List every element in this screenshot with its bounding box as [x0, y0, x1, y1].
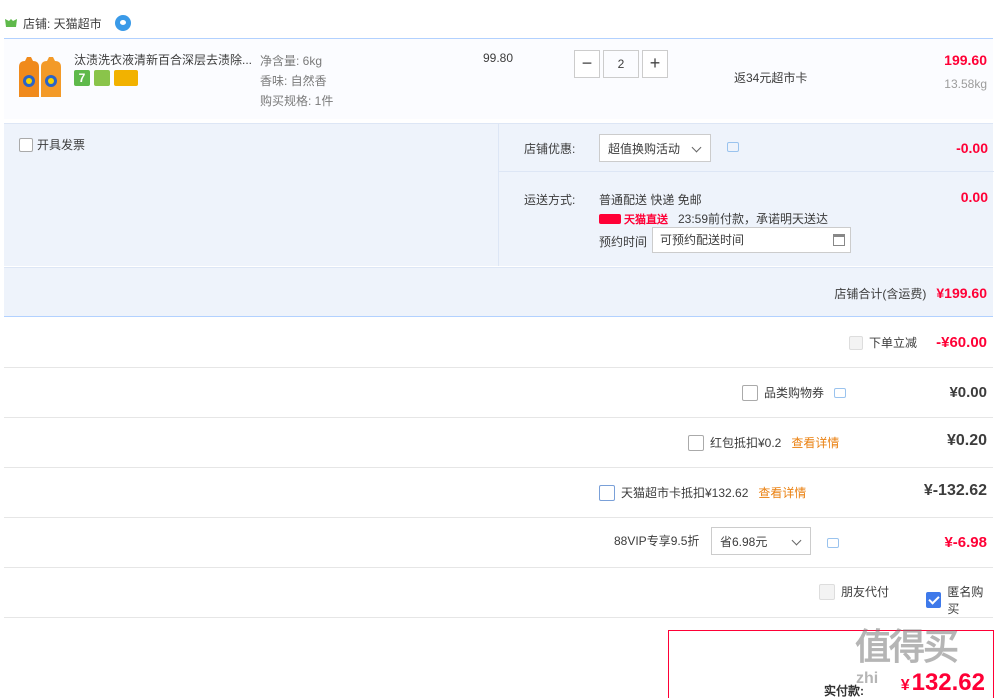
shop-header: 店铺: 天猫超市 [4, 12, 131, 34]
redpacket-amount: ¥0.20 [946, 432, 987, 449]
category-coupon-row: 品类购物券 ¥0.00 [4, 368, 993, 418]
vip-discount-select[interactable]: 省6.98元 [711, 527, 811, 555]
pay-options-row: 朋友代付 匿名购买 [4, 568, 993, 618]
message-icon[interactable] [834, 388, 846, 398]
watermark-url: zhi [856, 670, 879, 687]
message-icon[interactable] [727, 142, 739, 152]
message-icon[interactable] [827, 538, 839, 548]
vip-discount-row: 88VIP专享9.5折 省6.98元 ¥-6.98 [4, 518, 993, 568]
increase-quantity-button[interactable]: + [642, 50, 668, 78]
reserve-time-placeholder: 可预约配送时间 [660, 233, 745, 247]
shop-promo-label: 店铺优惠: [524, 142, 576, 156]
tmall-direct-label: 天猫直送 [624, 213, 668, 226]
item-subtotal-price: 199.60 [944, 52, 987, 68]
service-badges: 7 [74, 70, 138, 86]
friend-pay-checkbox[interactable] [819, 583, 835, 600]
category-coupon-amount: ¥0.00 [949, 384, 987, 401]
redpacket-label: 红包抵扣¥0.2 [710, 436, 782, 450]
instant-discount-amount: -¥60.00 [936, 334, 987, 351]
redpacket-row: 红包抵扣¥0.2 查看详情 ¥0.20 [4, 418, 993, 468]
tmall-logo-icon [599, 213, 621, 224]
vip-discount-selected: 省6.98元 [720, 534, 768, 549]
guarantee-icon[interactable] [94, 70, 110, 86]
cart-item-row: 汰渍洗衣液清新百合深层去渍除... 7 净含量: 6kg 香味: 自然香 购买规… [4, 38, 993, 119]
unit-price: 99.80 [483, 51, 514, 65]
invoice-checkbox[interactable]: 开具发票 [19, 136, 85, 153]
tmall-card-amount: ¥-132.62 [923, 482, 987, 499]
sku-spec: 购买规格: 1件 [260, 94, 334, 108]
chevron-down-icon [691, 142, 702, 153]
tmall-direct-badge: 天猫直送 [599, 211, 668, 227]
vip-discount-label: 88VIP专享9.5折 [614, 534, 700, 548]
instant-discount-checkbox[interactable] [849, 335, 863, 350]
pay-amount: ¥132.62 [901, 669, 985, 697]
tmall-card-details-link[interactable]: 查看详情 [758, 484, 806, 501]
quantity-input[interactable]: 2 [603, 50, 639, 78]
pay-yen: ¥ [900, 677, 910, 694]
order-options: 开具发票 店铺优惠: 超值换购活动 -0.00 运送方式: 普通配送 快递 免邮… [4, 123, 994, 267]
shipping-method: 普通配送 快递 免邮 [599, 193, 702, 207]
anonymous-label: 匿名购买 [947, 585, 984, 616]
decrease-quantity-button[interactable]: − [574, 50, 600, 78]
shipping-label: 运送方式: [524, 193, 576, 207]
category-coupon-checkbox[interactable] [742, 384, 758, 401]
invoice-checkbox-box[interactable] [19, 137, 33, 152]
pay-amount-value: 132.62 [911, 669, 985, 696]
seven-day-return-icon[interactable]: 7 [74, 70, 90, 86]
shop-options-panel: 店铺优惠: 超值换购活动 -0.00 运送方式: 普通配送 快递 免邮 天猫直送… [498, 124, 994, 267]
item-subtotal: 199.60 13.58kg [944, 52, 987, 91]
reserve-time-input[interactable]: 可预约配送时间 [652, 227, 851, 253]
supermarket-card-icon[interactable] [114, 70, 138, 86]
item-weight: 13.58kg [944, 77, 987, 91]
quantity-stepper: − 2 + [574, 50, 668, 78]
shop-promo-select[interactable]: 超值换购活动 [599, 134, 711, 162]
shop-name[interactable]: 店铺: 天猫超市 [23, 15, 102, 32]
anonymous-checkbox[interactable] [926, 592, 942, 608]
redpacket-checkbox[interactable] [688, 434, 704, 451]
shop-promo-row: 店铺优惠: 超值换购活动 -0.00 [499, 124, 994, 172]
calendar-icon[interactable] [833, 234, 845, 246]
instant-discount-row: 下单立减 -¥60.00 [4, 318, 993, 368]
product-thumbnail[interactable] [16, 53, 64, 99]
product-title-link[interactable]: 汰渍洗衣液清新百合深层去渍除... [74, 51, 259, 68]
shop-total-label: 店铺合计(含运费) [834, 287, 927, 301]
vip-discount-amount: ¥-6.98 [944, 534, 987, 551]
sku-net-weight: 净含量: 6kg [260, 54, 323, 68]
sku-info: 净含量: 6kg 香味: 自然香 购买规格: 1件 [260, 51, 333, 111]
shop-total-row: 店铺合计(含运费) ¥199.60 [4, 267, 993, 317]
tmall-card-row: 天猫超市卡抵扣¥132.62 查看详情 ¥-132.62 [4, 468, 993, 518]
sku-scent: 香味: 自然香 [260, 74, 327, 88]
shipping-amount: 0.00 [960, 189, 988, 205]
shop-promo-amount: -0.00 [956, 140, 988, 156]
payment-summary: 实付款: ¥132.62 [668, 630, 994, 698]
chevron-down-icon [791, 535, 802, 546]
tmall-direct-info: 天猫直送 23:59前付款，承诺明天送达 [599, 210, 828, 227]
shop-total-amount: ¥199.60 [936, 285, 987, 301]
shop-promo-selected: 超值换购活动 [608, 141, 681, 156]
friend-pay-label: 朋友代付 [841, 585, 890, 599]
shipping-row: 运送方式: 普通配送 快递 免邮 天猫直送 23:59前付款，承诺明天送达 预约… [499, 173, 994, 267]
reserve-time-label: 预约时间 [599, 235, 648, 249]
rebate-text: 返34元超市卡 [734, 71, 808, 85]
shop-icon [5, 19, 17, 27]
tmall-card-label: 天猫超市卡抵扣¥132.62 [621, 486, 749, 500]
invoice-label: 开具发票 [37, 138, 86, 152]
wangwang-chat-icon[interactable] [114, 15, 131, 31]
delivery-promise: 23:59前付款，承诺明天送达 [678, 212, 829, 226]
tmall-card-checkbox[interactable] [599, 484, 615, 501]
category-coupon-label: 品类购物券 [764, 386, 825, 400]
redpacket-details-link[interactable]: 查看详情 [791, 434, 839, 451]
instant-discount-label: 下单立减 [869, 336, 918, 350]
